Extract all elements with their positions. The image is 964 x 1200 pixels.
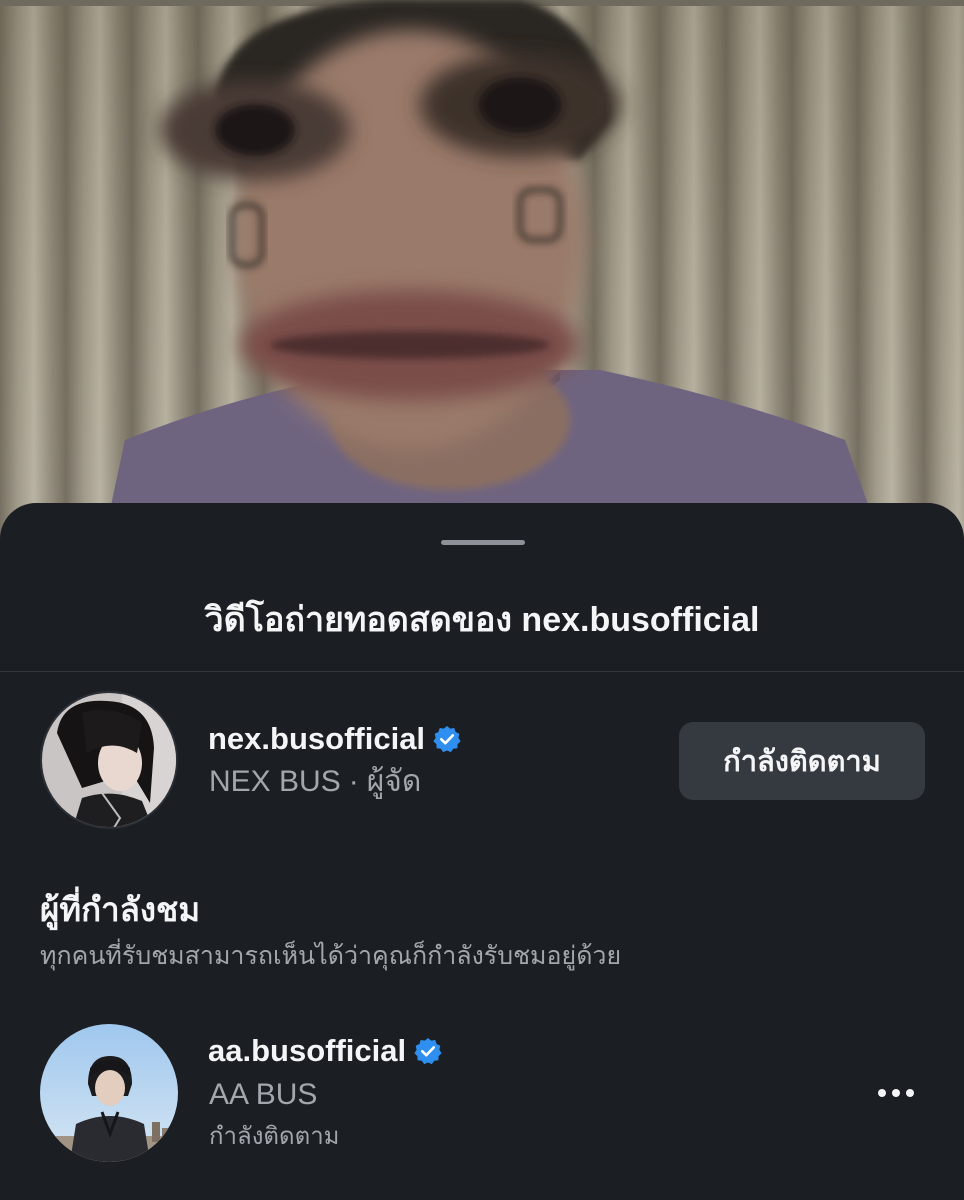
host-avatar[interactable] bbox=[40, 691, 178, 829]
separator-dot: · bbox=[348, 765, 359, 798]
following-button[interactable]: กำลังติดตาม bbox=[679, 722, 925, 800]
live-info-sheet: วิดีโอถ่ายทอดสดของ nex.busofficial nex.b… bbox=[0, 503, 964, 1200]
host-avatar-image bbox=[42, 693, 176, 827]
live-video-screen: วิดีโอถ่ายทอดสดของ nex.busofficial nex.b… bbox=[0, 0, 964, 1200]
verified-badge-icon bbox=[414, 1038, 442, 1065]
viewer-username: aa.busofficial bbox=[208, 1033, 407, 1068]
host-subtitle: NEX BUS · ผู้จัด bbox=[209, 765, 421, 799]
divider bbox=[0, 671, 964, 672]
host-username: nex.busofficial bbox=[208, 721, 426, 756]
host-display-name: NEX BUS bbox=[209, 765, 341, 798]
more-dot bbox=[892, 1089, 900, 1097]
more-options-icon[interactable] bbox=[866, 1075, 926, 1111]
verified-badge-icon bbox=[433, 726, 461, 753]
live-video-feed[interactable] bbox=[0, 0, 964, 560]
viewer-display-name: AA BUS bbox=[209, 1078, 318, 1111]
sheet-drag-handle[interactable] bbox=[441, 540, 525, 545]
viewers-section-title: ผู้ที่กำลังชม bbox=[40, 891, 201, 928]
more-dot bbox=[878, 1089, 886, 1097]
viewers-section-subtitle: ทุกคนที่รับชมสามารถเห็นได้ว่าคุณก็กำลังร… bbox=[40, 942, 622, 970]
more-dot bbox=[906, 1089, 914, 1097]
host-role: ผู้จัด bbox=[366, 765, 422, 798]
viewer-follow-status: กำลังติดตาม bbox=[209, 1123, 340, 1150]
viewer-avatar[interactable] bbox=[40, 1024, 178, 1162]
viewer-avatar-image bbox=[40, 1024, 178, 1162]
streamer-figure bbox=[110, 0, 870, 510]
sheet-title: วิดีโอถ่ายทอดสดของ nex.busofficial bbox=[204, 601, 760, 639]
host-username-row[interactable]: nex.busofficial bbox=[208, 721, 461, 757]
viewer-username-row[interactable]: aa.busofficial bbox=[208, 1033, 442, 1069]
